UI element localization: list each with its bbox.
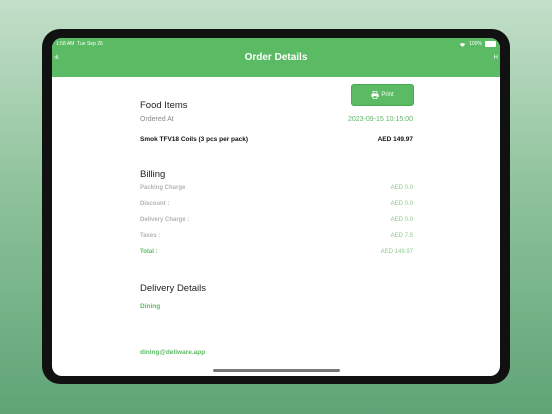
- wifi-icon: [459, 42, 466, 47]
- delivery-type: Dining: [140, 303, 161, 310]
- app-screen: 1:58 AM Tue Sep 26 100% ‹k Order Details…: [52, 38, 500, 376]
- print-button[interactable]: Print: [351, 84, 414, 106]
- page-title: Order Details: [244, 52, 308, 63]
- billing-label: Discount :: [140, 201, 170, 207]
- status-time: 1:58 AM Tue Sep 26: [56, 41, 103, 47]
- total-value: AED 149.97: [380, 249, 413, 255]
- food-items-title: Food Items: [140, 100, 188, 111]
- nav-right-button[interactable]: H: [494, 55, 498, 61]
- billing-label: Packing Charge: [140, 185, 186, 191]
- food-item-row: Smok TFV18 Coils (3 pcs per pack) AED 14…: [140, 136, 413, 143]
- food-item-name: Smok TFV18 Coils (3 pcs per pack): [140, 136, 249, 143]
- billing-row: Discount : AED 0.0: [140, 201, 413, 207]
- billing-label: Taxes :: [140, 233, 161, 239]
- food-item-price: AED 149.97: [377, 136, 413, 143]
- ordered-at-row: Ordered At 2023-09-15 10:15:00: [140, 116, 413, 123]
- battery-percent: 100%: [469, 41, 482, 47]
- home-indicator: [213, 369, 340, 372]
- billing-label: Delivery Charge :: [140, 217, 190, 223]
- total-label: Total :: [140, 249, 158, 255]
- contact-email[interactable]: dining@deliware.app: [140, 349, 205, 356]
- billing-title: Billing: [140, 169, 166, 180]
- billing-value: AED 0.0: [390, 185, 413, 191]
- billing-row: Taxes : AED 7.5: [140, 233, 413, 239]
- top-bar: 1:58 AM Tue Sep 26 100% ‹k Order Details…: [52, 38, 500, 77]
- billing-row: Packing Charge AED 0.0: [140, 185, 413, 191]
- billing-total-row: Total : AED 149.97: [140, 249, 413, 255]
- billing-value: AED 0.0: [390, 217, 413, 223]
- billing-row: Delivery Charge : AED 0.0: [140, 217, 413, 223]
- ordered-at-label: Ordered At: [140, 116, 174, 123]
- order-content: Print Food Items Ordered At 2023-09-15 1…: [52, 77, 500, 376]
- print-label: Print: [381, 92, 394, 98]
- printer-icon: [371, 91, 379, 99]
- battery-icon: [485, 41, 496, 47]
- status-indicators: 100%: [459, 41, 496, 47]
- ordered-at-value: 2023-09-15 10:15:00: [348, 116, 413, 123]
- billing-value: AED 7.5: [390, 233, 413, 239]
- billing-value: AED 0.0: [390, 201, 413, 207]
- delivery-details-title: Delivery Details: [140, 283, 206, 294]
